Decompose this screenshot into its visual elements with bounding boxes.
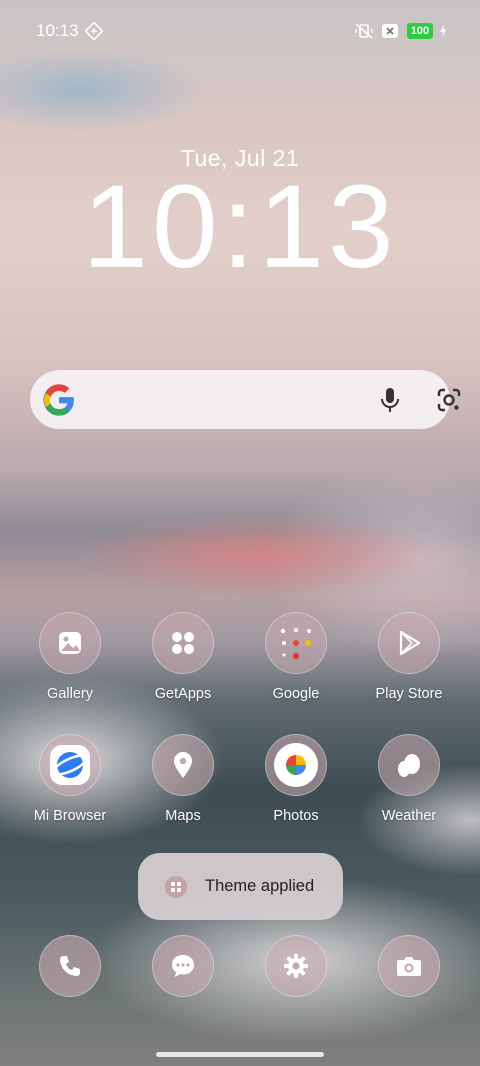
google-search-bar[interactable]	[30, 370, 461, 429]
status-bar: 10:13 100	[0, 0, 480, 62]
dock-phone[interactable]	[15, 935, 125, 997]
app-mi-browser[interactable]: Mi Browser	[15, 734, 125, 824]
microphone-icon[interactable]	[378, 386, 402, 419]
google-lens-icon[interactable]	[436, 387, 462, 418]
weather-icon	[378, 734, 440, 796]
google-folder-icon	[265, 612, 327, 674]
toast-notification: Theme applied	[138, 853, 343, 920]
charging-icon	[438, 22, 448, 40]
messages-icon	[152, 935, 214, 997]
getapps-icon	[152, 612, 214, 674]
app-label: Gallery	[47, 686, 93, 702]
app-photos[interactable]: Photos	[241, 734, 351, 824]
app-label: Play Store	[375, 686, 443, 702]
app-label: GetApps	[154, 686, 212, 702]
gesture-navigation-bar[interactable]	[156, 1052, 324, 1057]
google-g-icon	[42, 383, 76, 422]
toast-text: Theme applied	[205, 877, 315, 895]
themes-icon	[165, 876, 187, 898]
app-gallery[interactable]: Gallery	[15, 612, 125, 702]
app-label: Photos	[273, 808, 319, 824]
maps-icon	[152, 734, 214, 796]
app-label: Mi Browser	[33, 808, 107, 824]
phone-icon	[39, 935, 101, 997]
app-weather[interactable]: Weather	[354, 734, 464, 824]
app-label: Weather	[381, 808, 437, 824]
photos-icon	[265, 734, 327, 796]
dock-camera[interactable]	[354, 935, 464, 997]
data-saver-icon	[85, 22, 103, 40]
clock-display[interactable]: 10:13	[0, 168, 480, 286]
mi-browser-icon	[39, 734, 101, 796]
app-play-store[interactable]: Play Store	[354, 612, 464, 702]
settings-icon	[265, 935, 327, 997]
app-maps[interactable]: Maps	[128, 734, 238, 824]
app-folder-google[interactable]: Google	[241, 612, 351, 702]
mute-icon	[354, 22, 374, 40]
app-label: Maps	[165, 808, 201, 824]
app-getapps[interactable]: GetApps	[128, 612, 238, 702]
gallery-icon	[39, 612, 101, 674]
dock-messages[interactable]	[128, 935, 238, 997]
app-label: Google	[272, 686, 320, 702]
dock-settings[interactable]	[241, 935, 351, 997]
play-store-icon	[378, 612, 440, 674]
status-time: 10:13	[36, 21, 79, 40]
sim-x-icon	[381, 22, 399, 40]
camera-icon	[378, 935, 440, 997]
battery-indicator: 100	[407, 23, 433, 39]
